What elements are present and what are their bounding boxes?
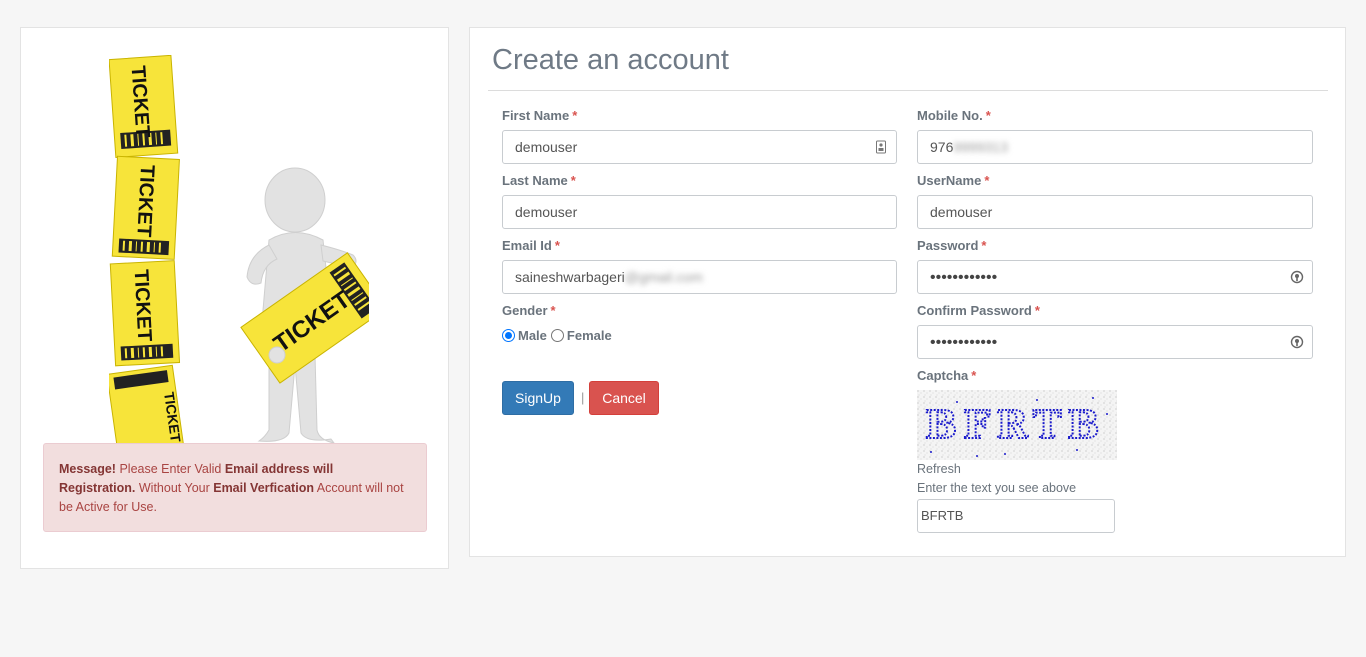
button-separator: | — [581, 390, 585, 405]
required-mark: * — [554, 238, 560, 253]
gender-label: Gender * — [502, 303, 556, 318]
email-label: Email Id * — [502, 238, 560, 253]
required-mark: * — [1034, 303, 1040, 318]
captcha-hint: Enter the text you see above — [917, 481, 1077, 495]
first-name-input[interactable]: demouser — [502, 130, 897, 164]
ticket-text: TICKET — [130, 269, 156, 342]
required-mark: * — [981, 238, 987, 253]
ticket-text: TICKET — [132, 164, 158, 237]
email-input[interactable]: saineshwarbageri@gmail.com — [502, 260, 897, 294]
gender-options: Male Female — [502, 328, 616, 343]
first-name-label: First Name * — [502, 108, 578, 123]
password-label: Password * — [917, 238, 987, 253]
captcha-label: Captcha * — [917, 368, 977, 383]
password-input[interactable]: •••••••••••• — [917, 260, 1313, 294]
username-label: UserName * — [917, 173, 990, 188]
required-mark: * — [570, 173, 576, 188]
last-name-label: Last Name * — [502, 173, 576, 188]
registration-alert: Message! Please Enter Valid Email addres… — [43, 443, 427, 532]
mobile-input[interactable]: 9769999313 — [917, 130, 1313, 164]
captcha-input[interactable]: BFRTB — [917, 499, 1115, 533]
gender-male-label[interactable]: Male — [518, 328, 547, 343]
signup-form-panel: Create an account First Name * demouser L… — [469, 27, 1346, 557]
gender-female-radio[interactable] — [550, 329, 564, 342]
gender-female-label[interactable]: Female — [567, 328, 612, 343]
password-key-icon[interactable] — [1290, 270, 1304, 284]
captcha-image: BFRTB — [917, 390, 1117, 460]
page-title: Create an account — [492, 44, 729, 76]
captcha-text: BFRTB — [925, 402, 1105, 447]
alert-lead: Message! — [59, 462, 116, 476]
required-mark: * — [971, 368, 977, 383]
signup-button[interactable]: SignUp — [502, 381, 574, 415]
required-mark: * — [572, 108, 578, 123]
alert-text: Please Enter Valid — [115, 462, 225, 476]
required-mark: * — [985, 108, 991, 123]
illustration-panel: TICKET TICKET TICKET TICKET TICKET Messa… — [20, 27, 449, 569]
confirm-password-input[interactable]: •••••••••••• — [917, 325, 1313, 359]
required-mark: * — [984, 173, 990, 188]
confirm-password-label: Confirm Password * — [917, 303, 1040, 318]
alert-strong: Email Verfication — [213, 481, 314, 495]
cancel-button[interactable]: Cancel — [589, 381, 659, 415]
captcha-refresh-link[interactable]: Refresh — [917, 462, 961, 476]
title-divider — [488, 90, 1328, 91]
required-mark: * — [550, 303, 556, 318]
last-name-input[interactable]: demouser — [502, 195, 897, 229]
contact-card-icon[interactable] — [874, 140, 888, 154]
gender-male-radio[interactable] — [502, 329, 515, 342]
alert-text: Without Your — [135, 481, 214, 495]
password-key-icon[interactable] — [1290, 335, 1304, 349]
username-input[interactable]: demouser — [917, 195, 1313, 229]
mobile-label: Mobile No. * — [917, 108, 991, 123]
ticket-illustration: TICKET TICKET TICKET TICKET TICKET — [109, 55, 369, 460]
